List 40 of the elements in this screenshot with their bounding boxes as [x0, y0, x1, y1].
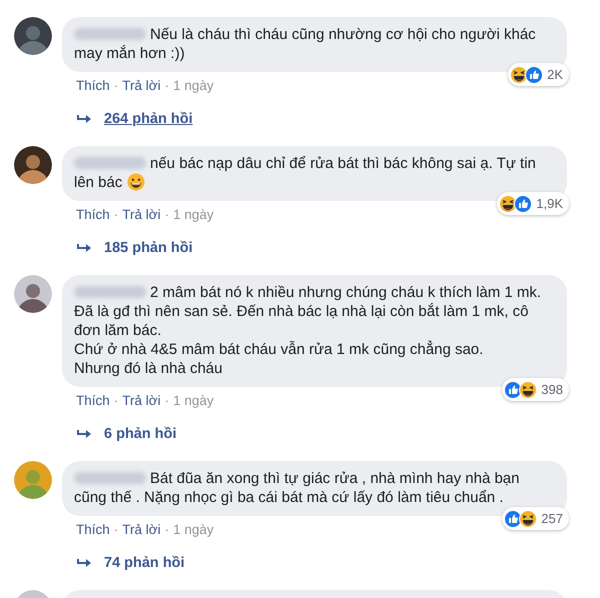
avatar[interactable]: [14, 275, 52, 313]
separator-dot: ·: [114, 206, 118, 224]
separator-dot: ·: [164, 392, 170, 410]
separator-dot: ·: [114, 77, 118, 95]
reaction-count: 2K: [547, 66, 563, 84]
like-link[interactable]: Thích: [76, 520, 110, 540]
comment-text: Nếu là cháu thì cháu cũng nhường cơ hội cho người khác may mắn hơn :)): [74, 25, 537, 63]
reaction-summary[interactable]: 398: [502, 378, 569, 401]
view-replies-link[interactable]: 74 phản hồi: [104, 553, 185, 575]
reaction-count: 257: [541, 510, 563, 528]
reply-link[interactable]: Trả lời: [122, 520, 161, 540]
blurred-name: [74, 28, 146, 40]
separator-dot: ·: [164, 206, 170, 224]
like-link[interactable]: Thích: [76, 76, 110, 96]
separator-dot: ·: [164, 77, 170, 95]
like-link[interactable]: Thích: [76, 205, 110, 226]
reaction-count: 1,9K: [536, 195, 563, 213]
reply-link[interactable]: Trả lời: [122, 205, 161, 226]
separator-dot: ·: [164, 521, 170, 539]
comment-text: 2 mâm bát nó k nhiều nhưng chúng cháu k thích làm 1 mk. Đã là gđ thì nên san sẻ. Đến nhà bác lạ nhà lại còn bắt làm 1 mk, cô đơn lăm bác. Chứ ở nhà 4&5 mâm bát cháu vẫn rửa 1 mk cũng chẳng sao. Nhưng đó là nhà cháu: [74, 283, 542, 378]
blurred-name: [74, 157, 146, 169]
avatar[interactable]: [14, 17, 52, 55]
reaction-summary[interactable]: 1,9K: [497, 192, 569, 215]
separator-dot: ·: [114, 521, 118, 539]
separator-dot: ·: [114, 392, 118, 410]
comment-text: Bát đũa ăn xong thì tự giác rửa , nhà mình hay nhà bạn cũng thế . Nặng nhọc gì ba cái bát mà cứ lấy đó làm tiêu chuẩn .: [74, 469, 520, 507]
view-replies-link[interactable]: 185 phản hồi: [104, 238, 193, 260]
view-replies-link[interactable]: 264 phản hồi: [104, 109, 193, 131]
comment-text: nếu bác nạp dâu chỉ để rửa bát thì bác không sai ạ. Tự tin lên bác: [74, 154, 537, 192]
reaction-summary[interactable]: 2K: [508, 63, 569, 86]
avatar[interactable]: [14, 146, 52, 184]
view-replies-link[interactable]: 6 phản hồi: [104, 424, 176, 446]
blurred-name: [74, 286, 146, 298]
like-link[interactable]: Thích: [76, 391, 110, 412]
reaction-summary[interactable]: 257: [502, 507, 569, 530]
reaction-count: 398: [541, 381, 563, 399]
smiley-icon: [126, 173, 145, 191]
reply-link[interactable]: Trả lời: [122, 391, 161, 412]
blurred-name: [74, 472, 146, 484]
reply-link[interactable]: Trả lời: [122, 76, 161, 96]
